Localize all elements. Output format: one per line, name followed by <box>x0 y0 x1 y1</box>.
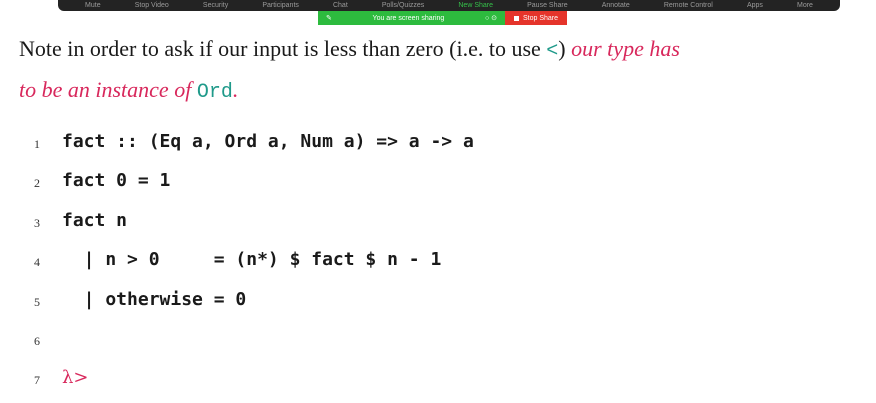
less-than-operator: < <box>546 40 559 63</box>
code-text: | otherwise = 0 <box>62 288 247 310</box>
code-line: 5 | otherwise = 0 <box>0 283 876 322</box>
toolbar-chat[interactable]: Chat <box>333 2 348 9</box>
screen-sharing-banner: ✎ You are screen sharing ○ ⊙ Stop Share <box>318 11 567 25</box>
code-line: 4 | n > 0 = (n*) $ fact $ n - 1 <box>0 243 876 282</box>
toolbar-mute[interactable]: Mute <box>85 2 101 9</box>
code-text: fact n <box>62 209 128 231</box>
emphasis-text-2: to be an instance of <box>19 77 197 102</box>
line-number: 5 <box>34 294 40 309</box>
emphasis-text: our type has <box>571 36 680 61</box>
repl-prompt[interactable]: λ> <box>62 367 89 388</box>
code-line: 6 <box>0 322 876 361</box>
sharing-message: You are screen sharing <box>372 14 445 22</box>
toolbar-stop-video[interactable]: Stop Video <box>135 2 169 9</box>
code-line: 1 fact :: (Eq a, Ord a, Num a) => a -> a <box>0 125 876 164</box>
sharing-status: ✎ You are screen sharing ○ ⊙ <box>318 11 505 25</box>
ord-typeclass: Ord <box>196 81 233 104</box>
toolbar-annotate[interactable]: Annotate <box>602 2 630 9</box>
toolbar-more[interactable]: More <box>797 2 813 9</box>
stop-share-button[interactable]: Stop Share <box>505 11 567 25</box>
line-number: 3 <box>34 215 40 230</box>
line-number: 7 <box>34 373 40 388</box>
pin-icon[interactable]: ✎ <box>326 14 332 22</box>
code-line: 2 fact 0 = 1 <box>0 164 876 203</box>
toolbar-apps[interactable]: Apps <box>747 2 763 9</box>
toolbar-pause-share[interactable]: Pause Share <box>527 2 567 9</box>
prose-line-2: to be an instance of Ord. <box>19 77 239 104</box>
code-text: fact :: (Eq a, Ord a, Num a) => a -> a <box>62 131 474 152</box>
code-text: fact 0 = 1 <box>62 170 171 192</box>
toolbar-polls[interactable]: Polls/Quizzes <box>382 2 424 9</box>
line-number: 1 <box>34 137 40 151</box>
stop-share-label: Stop Share <box>522 14 559 22</box>
toolbar-remote-control[interactable]: Remote Control <box>664 2 713 9</box>
line-number: 4 <box>34 255 40 270</box>
stop-icon <box>513 15 519 21</box>
toolbar-security[interactable]: Security <box>203 2 228 9</box>
line-number: 2 <box>34 176 40 191</box>
explanation-paragraph: Note in order to ask if our input is les… <box>19 30 876 112</box>
code-listing: 1 fact :: (Eq a, Ord a, Num a) => a -> a … <box>0 125 876 401</box>
zoom-meeting-toolbar: Mute Stop Video Security Participants Ch… <box>58 0 840 11</box>
toolbar-new-share[interactable]: New Share <box>458 2 493 9</box>
toolbar-participants[interactable]: Participants <box>262 2 299 9</box>
line-number: 6 <box>34 333 40 348</box>
code-line: 7 λ> <box>0 361 876 400</box>
code-line: 3 fact n <box>0 204 876 243</box>
options-icon[interactable]: ○ ⊙ <box>485 14 497 22</box>
code-text: | n > 0 = (n*) $ fact $ n - 1 <box>62 249 442 271</box>
prose-line-1: Note in order to ask if our input is les… <box>19 36 680 63</box>
